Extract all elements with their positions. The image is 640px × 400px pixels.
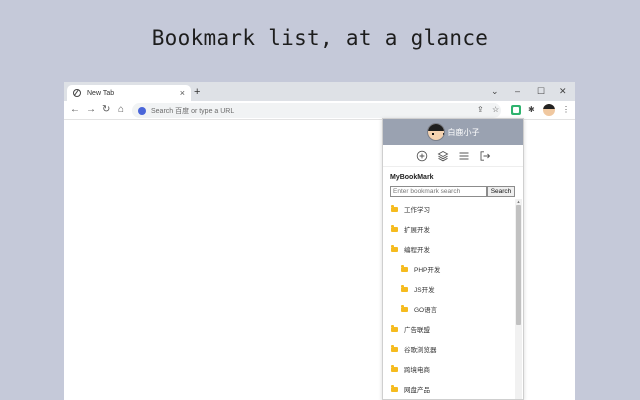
bookmark-folder-label: 网盘产品 <box>404 387 430 394</box>
new-tab-button[interactable]: + <box>194 85 200 99</box>
popup-header: 白鹿小子 <box>383 119 523 145</box>
list-icon[interactable] <box>458 150 470 162</box>
bookmark-extension-icon[interactable] <box>511 105 521 115</box>
folder-icon <box>391 225 398 232</box>
profile-avatar[interactable] <box>543 104 555 116</box>
menu-icon[interactable]: ⋮ <box>562 104 570 116</box>
bookmark-search-input[interactable] <box>390 186 487 197</box>
user-avatar[interactable] <box>426 123 445 141</box>
scrollbar[interactable]: ▲ <box>515 199 522 399</box>
address-bar[interactable]: Search 百度 or type a URL <box>132 103 501 118</box>
scrollbar-thumb[interactable] <box>516 205 521 325</box>
bookmark-popup: 白鹿小子 MyBookMark Search 工作学习扩展开发编程开发 PHP开发… <box>382 118 524 400</box>
bookmark-folder[interactable]: 编程开发 <box>383 239 513 259</box>
extensions-icon[interactable]: ✱ <box>528 104 535 116</box>
folder-icon <box>391 345 398 352</box>
bookmark-folder[interactable]: GO语言 <box>383 299 513 319</box>
bookmark-folder[interactable]: PHP开发 <box>383 259 513 279</box>
bookmark-folder-label: PHP开发 <box>414 267 441 274</box>
bookmark-star-icon[interactable]: ☆ <box>492 104 499 116</box>
close-window-icon[interactable]: ✕ <box>559 84 567 98</box>
folder-icon <box>401 265 408 272</box>
tab-new-tab[interactable]: New Tab × <box>67 85 191 101</box>
bookmark-folder-label: 跨境电商 <box>404 367 430 374</box>
scroll-up-icon[interactable]: ▲ <box>516 199 521 204</box>
address-bar-placeholder: Search 百度 or type a URL <box>151 107 235 115</box>
bookmark-list-area: 工作学习扩展开发编程开发 PHP开发 JS开发 GO语言广告联盟谷歌浏览器跨境电商网盘… <box>383 199 523 399</box>
tab-strip: New Tab × + ⌄ – ☐ ✕ <box>64 82 575 101</box>
bookmark-folder[interactable]: 网盘产品 <box>383 379 513 399</box>
tab-close-icon[interactable]: × <box>180 87 185 99</box>
back-icon[interactable]: ← <box>70 104 80 116</box>
bookmark-folder-label: 谷歌浏览器 <box>404 347 437 354</box>
layers-icon[interactable] <box>437 150 449 162</box>
folder-icon <box>391 365 398 372</box>
add-icon[interactable] <box>416 150 428 162</box>
bookmark-folder[interactable]: 谷歌浏览器 <box>383 339 513 359</box>
minimize-icon[interactable]: – <box>515 84 520 98</box>
bookmark-folder-label: JS开发 <box>414 287 435 294</box>
home-icon[interactable]: ⌂ <box>118 104 124 116</box>
bookmark-folder-label: 扩展开发 <box>404 227 430 234</box>
headline: Bookmark list, at a glance <box>151 26 489 50</box>
folder-icon <box>391 325 398 332</box>
bookmark-folder[interactable]: 扩展开发 <box>383 219 513 239</box>
bookmark-folder[interactable]: 广告联盟 <box>383 319 513 339</box>
bookmark-folder-label: 编程开发 <box>404 247 430 254</box>
forward-icon[interactable]: → <box>86 104 96 116</box>
folder-icon <box>401 285 408 292</box>
bookmark-list: 工作学习扩展开发编程开发 PHP开发 JS开发 GO语言广告联盟谷歌浏览器跨境电商网盘… <box>383 199 513 399</box>
bookmark-folder[interactable]: JS开发 <box>383 279 513 299</box>
reload-icon[interactable]: ↻ <box>102 104 110 116</box>
tab-title: New Tab <box>87 89 115 97</box>
bookmark-folder[interactable]: 跨境电商 <box>383 359 513 379</box>
share-icon[interactable]: ⇪ <box>477 104 484 116</box>
username: 白鹿小子 <box>447 127 480 137</box>
baidu-icon <box>138 106 146 115</box>
chrome-icon <box>73 89 81 97</box>
action-bar <box>383 145 523 167</box>
logout-icon[interactable] <box>479 150 491 162</box>
bookmark-folder[interactable]: 工作学习 <box>383 199 513 219</box>
search-row: Search <box>383 186 523 198</box>
folder-icon <box>391 245 398 252</box>
bookmark-folder-label: GO语言 <box>414 307 438 314</box>
folder-icon <box>391 385 398 392</box>
search-button[interactable]: Search <box>487 186 515 197</box>
folder-icon <box>401 305 408 312</box>
maximize-icon[interactable]: ☐ <box>537 84 545 98</box>
tab-search-icon[interactable]: ⌄ <box>491 84 499 98</box>
folder-icon <box>391 205 398 212</box>
bookmark-folder-label: 工作学习 <box>404 207 430 214</box>
bookmark-folder-label: 广告联盟 <box>404 327 430 334</box>
popup-title: MyBookMark <box>390 174 434 181</box>
